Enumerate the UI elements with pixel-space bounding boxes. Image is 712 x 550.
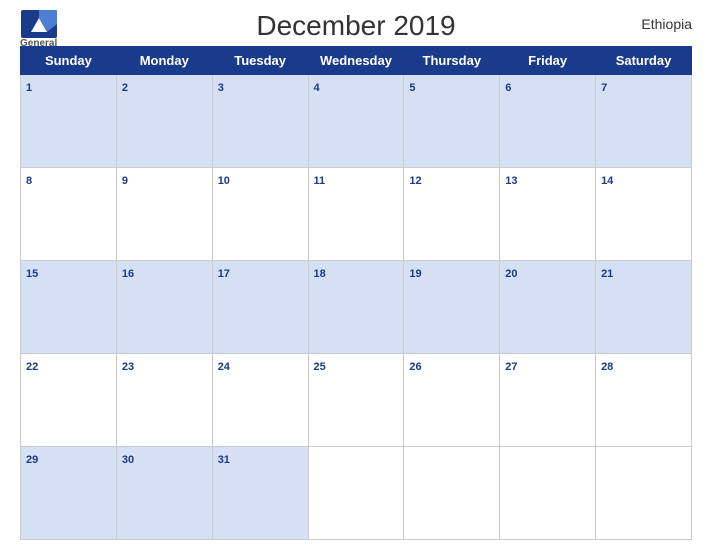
day-number: 24 [218,361,230,373]
table-row: 23 [116,354,212,447]
day-number: 13 [505,175,517,187]
table-row: 14 [596,168,692,261]
table-row: 24 [212,354,308,447]
day-number: 27 [505,361,517,373]
header-wednesday: Wednesday [308,47,404,75]
table-row: 8 [21,168,117,261]
table-row: 18 [308,261,404,354]
day-number: 26 [409,361,421,373]
day-number: 28 [601,361,613,373]
table-row: 11 [308,168,404,261]
calendar-week-row: 15 16 17 18 19 20 21 [21,261,692,354]
header-tuesday: Tuesday [212,47,308,75]
logo-general-text: General [20,38,57,49]
day-number: 7 [601,82,607,94]
table-row: 21 [596,261,692,354]
days-header-row: Sunday Monday Tuesday Wednesday Thursday… [21,47,692,75]
logo: General Blue [20,10,57,60]
table-row: 2 [116,75,212,168]
header-thursday: Thursday [404,47,500,75]
calendar-week-row: 22 23 24 25 26 27 28 [21,354,692,447]
table-row: 3 [212,75,308,168]
day-number: 11 [314,175,326,187]
logo-blue-text: Blue [28,49,50,60]
day-number: 15 [26,268,38,280]
day-number: 4 [314,82,320,94]
table-row: 4 [308,75,404,168]
day-number: 8 [26,175,32,187]
table-row: 20 [500,261,596,354]
table-row: 10 [212,168,308,261]
table-row: 7 [596,75,692,168]
day-number: 9 [122,175,128,187]
day-number: 23 [122,361,134,373]
header-monday: Monday [116,47,212,75]
table-row: 13 [500,168,596,261]
table-row [404,447,500,540]
table-row: 15 [21,261,117,354]
day-number: 29 [26,454,38,466]
table-row: 27 [500,354,596,447]
day-number: 31 [218,454,230,466]
table-row: 5 [404,75,500,168]
table-row: 26 [404,354,500,447]
day-number: 6 [505,82,511,94]
day-number: 21 [601,268,613,280]
table-row [308,447,404,540]
calendar-week-row: 29 30 31 [21,447,692,540]
day-number: 20 [505,268,517,280]
calendar-header: General Blue December 2019 Ethiopia [20,10,692,42]
day-number: 2 [122,82,128,94]
logo-icon [21,10,57,38]
calendar-week-row: 1 2 3 4 5 6 7 [21,75,692,168]
day-number: 5 [409,82,415,94]
calendar-week-row: 8 9 10 11 12 13 14 [21,168,692,261]
table-row [500,447,596,540]
day-number: 30 [122,454,134,466]
day-number: 25 [314,361,326,373]
month-title: December 2019 [256,10,455,42]
table-row: 29 [21,447,117,540]
day-number: 10 [218,175,230,187]
day-number: 1 [26,82,32,94]
country-label: Ethiopia [641,16,692,32]
day-number: 17 [218,268,230,280]
table-row: 1 [21,75,117,168]
table-row: 12 [404,168,500,261]
table-row: 30 [116,447,212,540]
table-row: 9 [116,168,212,261]
day-number: 22 [26,361,38,373]
table-row: 16 [116,261,212,354]
header-friday: Friday [500,47,596,75]
day-number: 18 [314,268,326,280]
table-row: 6 [500,75,596,168]
table-row [596,447,692,540]
day-number: 19 [409,268,421,280]
table-row: 19 [404,261,500,354]
day-number: 16 [122,268,134,280]
table-row: 28 [596,354,692,447]
table-row: 22 [21,354,117,447]
table-row: 17 [212,261,308,354]
calendar-table: Sunday Monday Tuesday Wednesday Thursday… [20,46,692,540]
table-row: 31 [212,447,308,540]
day-number: 3 [218,82,224,94]
day-number: 14 [601,175,613,187]
day-number: 12 [409,175,421,187]
table-row: 25 [308,354,404,447]
header-saturday: Saturday [596,47,692,75]
